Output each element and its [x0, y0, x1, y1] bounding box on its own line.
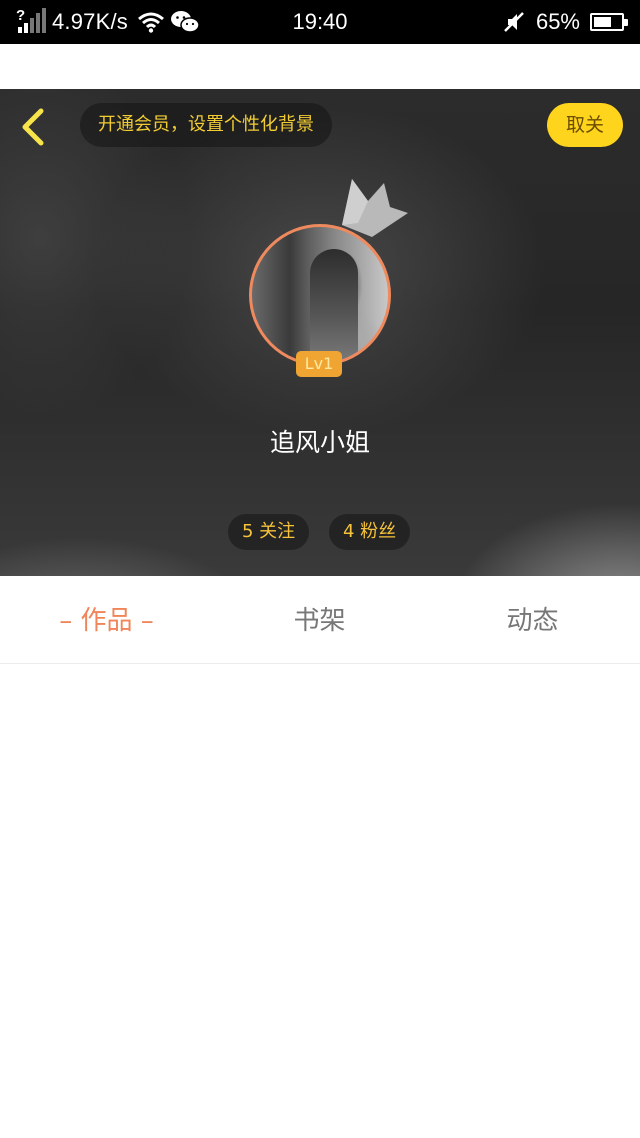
status-right: 65%: [502, 8, 628, 36]
tab-works[interactable]: – 作品 –: [0, 576, 213, 664]
battery-icon: [590, 13, 628, 31]
tab-content-area: [0, 665, 640, 1138]
tab-bookshelf[interactable]: 书架: [213, 576, 426, 664]
battery-percent: 65%: [535, 9, 580, 34]
profile-header: 开通会员，设置个性化背景 取关 Lv1 追风小姐 5 关注 4 粉丝: [0, 89, 640, 576]
status-bar: ? 4.97K/s 19:40 65%: [0, 0, 640, 44]
profile-tabs: – 作品 – 书架 动态: [0, 576, 640, 664]
battery-level-fill: [594, 17, 611, 27]
avatar-photo: [310, 249, 358, 359]
fans-count-button[interactable]: 4 粉丝: [329, 514, 411, 550]
username: 追风小姐: [269, 428, 370, 457]
level-badge: Lv1: [296, 351, 342, 377]
back-button[interactable]: [14, 105, 54, 149]
mute-icon: [504, 12, 524, 32]
avatar[interactable]: [249, 224, 391, 366]
crown-icon: [342, 179, 408, 237]
following-count-button[interactable]: 5 关注: [228, 514, 310, 550]
tab-activity[interactable]: 动态: [426, 576, 639, 664]
unfollow-button[interactable]: 取关: [547, 103, 623, 147]
vip-background-banner[interactable]: 开通会员，设置个性化背景: [80, 103, 332, 147]
